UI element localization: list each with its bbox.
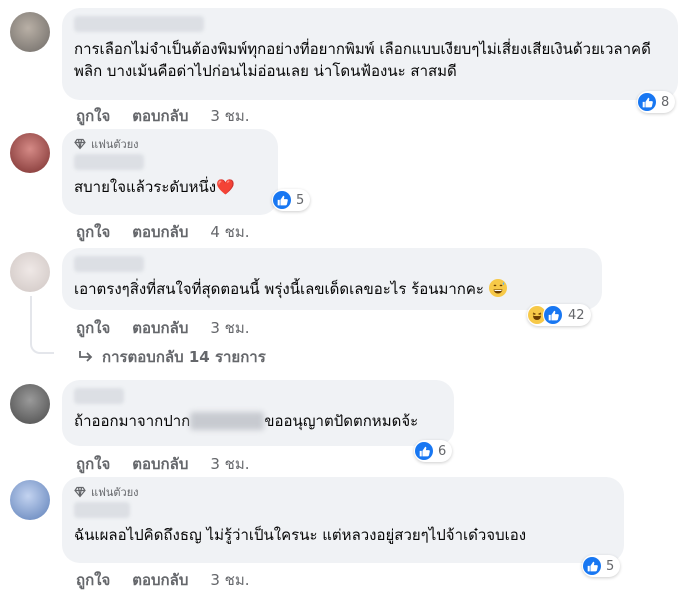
like-reaction-icon bbox=[273, 191, 291, 209]
like-button[interactable]: ถูกใจ bbox=[76, 452, 110, 476]
avatar[interactable] bbox=[10, 12, 50, 52]
diamond-icon bbox=[74, 486, 86, 498]
diamond-icon bbox=[74, 138, 86, 150]
like-reaction-icon bbox=[583, 557, 601, 575]
comment-text: สบายใจแล้วระดับหนึ่ง❤️ bbox=[74, 176, 266, 198]
reaction-summary[interactable]: 5 bbox=[272, 189, 311, 211]
like-button[interactable]: ถูกใจ bbox=[76, 316, 110, 340]
comment-bubble: แฟนตัวยง สบายใจแล้วระดับหนึ่ง❤️ bbox=[62, 129, 278, 215]
avatar[interactable] bbox=[10, 133, 50, 173]
reply-button[interactable]: ตอบกลับ bbox=[132, 220, 188, 244]
heart-emoji: ❤️ bbox=[216, 178, 235, 196]
badge-label: แฟนตัวยง bbox=[91, 138, 139, 151]
comment-bubble: การเลือกไม่จำเป็นต้องพิมพ์ทุกอย่างที่อยา… bbox=[62, 8, 678, 100]
comment-actions: ถูกใจ ตอบกลับ 3 ชม. bbox=[76, 452, 250, 476]
reaction-count: 8 bbox=[661, 94, 670, 110]
timestamp[interactable]: 3 ชม. bbox=[210, 452, 249, 476]
like-button[interactable]: ถูกใจ bbox=[76, 220, 110, 244]
comment-text: ฉันเผลอไปคิดถึงธญ ไม่รู้ว่าเป็นใครนะ แต่… bbox=[74, 526, 527, 544]
badge-label: แฟนตัวยง bbox=[91, 486, 139, 499]
avatar[interactable] bbox=[10, 480, 50, 520]
author-name-blurred[interactable] bbox=[74, 388, 124, 404]
reaction-count: 5 bbox=[606, 558, 615, 574]
comment-actions: ถูกใจ ตอบกลับ 4 ชม. bbox=[76, 220, 250, 244]
reaction-summary[interactable]: 6 bbox=[414, 440, 453, 462]
reaction-summary[interactable]: 5 bbox=[582, 555, 621, 577]
comment-actions: ถูกใจ ตอบกลับ 3 ชม. bbox=[76, 568, 250, 592]
avatar[interactable] bbox=[10, 252, 50, 292]
author-name-blurred[interactable] bbox=[74, 154, 144, 170]
comment-actions: ถูกใจ ตอบกลับ 3 ชม. bbox=[76, 316, 250, 340]
reply-button[interactable]: ตอบกลับ bbox=[132, 104, 188, 128]
reaction-summary[interactable]: 8 bbox=[637, 91, 676, 113]
comment-text-content: สบายใจแล้วระดับหนึ่ง bbox=[74, 178, 217, 196]
timestamp[interactable]: 3 ชม. bbox=[210, 316, 249, 340]
reaction-count: 6 bbox=[438, 443, 447, 459]
comment-text-before: ถ้าออกมาจากปาก bbox=[74, 412, 191, 430]
like-button[interactable]: ถูกใจ bbox=[76, 104, 110, 128]
comment-bubble: เอาตรงๆสิ่งที่สนใจที่สุดตอนนี้ พรุ่งนี้เ… bbox=[62, 248, 602, 310]
top-fan-badge: แฟนตัวยง bbox=[74, 137, 266, 151]
like-reaction-icon bbox=[543, 305, 563, 325]
like-button[interactable]: ถูกใจ bbox=[76, 568, 110, 592]
avatar[interactable] bbox=[10, 384, 50, 424]
grinning-sweat-emoji bbox=[488, 279, 507, 297]
censored-name bbox=[190, 412, 265, 430]
replies-count-label: การตอบกลับ 14 รายการ bbox=[102, 348, 266, 366]
reply-arrow-icon bbox=[79, 351, 93, 362]
comment-text: การเลือกไม่จำเป็นต้องพิมพ์ทุกอย่างที่อยา… bbox=[74, 40, 651, 80]
author-name-blurred[interactable] bbox=[74, 16, 204, 32]
timestamp[interactable]: 3 ชม. bbox=[210, 568, 249, 592]
comment-text: เอาตรงๆสิ่งที่สนใจที่สุดตอนนี้ พรุ่งนี้เ… bbox=[74, 278, 590, 300]
top-fan-badge: แฟนตัวยง bbox=[74, 485, 612, 499]
timestamp[interactable]: 4 ชม. bbox=[210, 220, 249, 244]
comment-bubble: แฟนตัวยง ฉันเผลอไปคิดถึงธญ ไม่รู้ว่าเป็น… bbox=[62, 477, 624, 563]
reply-button[interactable]: ตอบกลับ bbox=[132, 568, 188, 592]
author-name-blurred[interactable] bbox=[74, 256, 144, 272]
reaction-summary[interactable]: 42 bbox=[527, 304, 591, 326]
author-name-blurred[interactable] bbox=[74, 502, 130, 518]
comment-text: ถ้าออกมาจากปาก ขออนุญาตปัดตกหมดจ้ะ bbox=[74, 410, 442, 432]
like-reaction-icon bbox=[638, 93, 656, 111]
comment-text-after: ขออนุญาตปัดตกหมดจ้ะ bbox=[264, 412, 419, 430]
reaction-count: 5 bbox=[296, 192, 305, 208]
reaction-count: 42 bbox=[568, 307, 585, 323]
comment-bubble: ถ้าออกมาจากปาก ขออนุญาตปัดตกหมดจ้ะ bbox=[62, 380, 454, 446]
comment-actions: ถูกใจ ตอบกลับ 3 ชม. bbox=[76, 104, 250, 128]
reply-thread-line bbox=[30, 296, 54, 354]
like-reaction-icon bbox=[415, 442, 433, 460]
view-replies-link[interactable]: การตอบกลับ 14 รายการ bbox=[78, 345, 266, 369]
timestamp[interactable]: 3 ชม. bbox=[210, 104, 249, 128]
reply-button[interactable]: ตอบกลับ bbox=[132, 452, 188, 476]
reply-button[interactable]: ตอบกลับ bbox=[132, 316, 188, 340]
comment-text-content: เอาตรงๆสิ่งที่สนใจที่สุดตอนนี้ พรุ่งนี้เ… bbox=[74, 280, 484, 298]
